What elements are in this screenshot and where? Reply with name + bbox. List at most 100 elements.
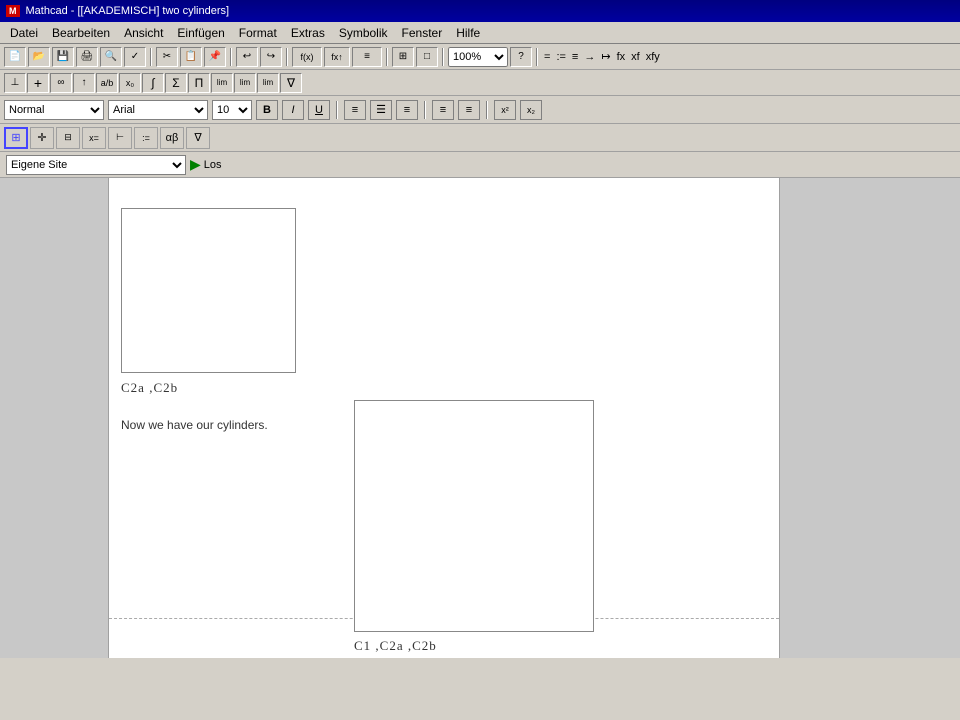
menu-symbolik[interactable]: Symbolik xyxy=(333,24,394,42)
superscript-btn[interactable]: x² xyxy=(494,100,516,120)
math-integral[interactable]: ∫ xyxy=(142,73,164,93)
op-fx: fx xyxy=(615,51,628,63)
go-arrow-icon: ▶ xyxy=(190,156,201,173)
math-toolbar: ⊥ + ∞ ↑ a/b x₀ ∫ Σ Π lim lim lim ∇ xyxy=(0,70,960,96)
sym-grad-btn[interactable]: ∇ xyxy=(186,127,210,149)
sym-eq-btn[interactable]: x= xyxy=(82,127,106,149)
plot-box-2[interactable] xyxy=(354,400,594,632)
bold-btn[interactable]: B xyxy=(256,100,278,120)
go-label: Los xyxy=(204,159,222,171)
fmt-sep1 xyxy=(336,101,338,119)
math-frac[interactable]: a/b xyxy=(96,73,118,93)
main-area: C2a ,C2b Now we have our cylinders. C1 ,… xyxy=(0,178,960,658)
menu-bearbeiten[interactable]: Bearbeiten xyxy=(46,24,116,42)
undo-btn[interactable]: ↩ xyxy=(236,47,258,67)
fmt-sep3 xyxy=(486,101,488,119)
open-btn[interactable]: 📂 xyxy=(28,47,50,67)
italic-btn[interactable]: I xyxy=(282,100,304,120)
sep1 xyxy=(150,48,152,66)
sym-cond-btn[interactable]: ⊢ xyxy=(108,127,132,149)
text-block: Now we have our cylinders. xyxy=(121,418,268,432)
op-def: := xyxy=(554,51,567,63)
window-title: Mathcad - [[AKADEMISCH] two cylinders] xyxy=(26,5,230,17)
format-toolbar: Normal Arial 10 B I U ≡ ☰ ≡ ≡ ≡ x² x₂ xyxy=(0,96,960,124)
underline-btn[interactable]: U xyxy=(308,100,330,120)
menu-format[interactable]: Format xyxy=(233,24,283,42)
page-content: C2a ,C2b Now we have our cylinders. C1 ,… xyxy=(108,178,780,658)
align-right-btn[interactable]: ≡ xyxy=(396,100,418,120)
calc-btn[interactable]: f(x) xyxy=(292,47,322,67)
copy-btn[interactable]: 📋 xyxy=(180,47,202,67)
sep4 xyxy=(386,48,388,66)
right-margin xyxy=(780,178,960,658)
math-subscript[interactable]: x₀ xyxy=(119,73,141,93)
sep5 xyxy=(442,48,444,66)
style-select[interactable]: Normal xyxy=(4,100,104,120)
plot2-label: C1 ,C2a ,C2b xyxy=(354,638,437,654)
menu-extras[interactable]: Extras xyxy=(285,24,331,42)
sym-cross-btn[interactable]: ✛ xyxy=(30,127,54,149)
plot1-label: C2a ,C2b xyxy=(121,380,178,396)
math-perp[interactable]: ⊥ xyxy=(4,73,26,93)
sep2 xyxy=(230,48,232,66)
menubar: Datei Bearbeiten Ansicht Einfügen Format… xyxy=(0,22,960,44)
plot-box-1[interactable] xyxy=(121,208,296,373)
fmt-sep2 xyxy=(424,101,426,119)
menu-ansicht[interactable]: Ansicht xyxy=(118,24,169,42)
align-left-btn[interactable]: ≡ xyxy=(344,100,366,120)
symbol-toolbar: ⊞ ✛ ⊟ x= ⊢ := αβ ∇ xyxy=(0,124,960,152)
left-margin xyxy=(0,178,108,658)
op-equiv: ≡ xyxy=(570,51,580,63)
sym-graph-btn[interactable]: ⊞ xyxy=(4,127,28,149)
paste-btn[interactable]: 📌 xyxy=(204,47,226,67)
box-btn[interactable]: □ xyxy=(416,47,438,67)
app-icon: M xyxy=(6,5,20,17)
titlebar: M Mathcad - [[AKADEMISCH] two cylinders] xyxy=(0,0,960,22)
sym-greek-btn[interactable]: αβ xyxy=(160,127,184,149)
insert-btn[interactable]: ⊞ xyxy=(392,47,414,67)
check-btn[interactable]: ✓ xyxy=(124,47,146,67)
list-ul-btn[interactable]: ≡ xyxy=(432,100,454,120)
save-btn[interactable]: 💾 xyxy=(52,47,74,67)
go-button[interactable]: ▶ Los xyxy=(190,156,222,173)
list-ol-btn[interactable]: ≡ xyxy=(458,100,480,120)
menu-einfugen[interactable]: Einfügen xyxy=(171,24,230,42)
size-select[interactable]: 10 xyxy=(212,100,252,120)
preview-btn[interactable]: 🔍 xyxy=(100,47,122,67)
new-btn[interactable]: 📄 xyxy=(4,47,26,67)
math-inf[interactable]: ∞ xyxy=(50,73,72,93)
op-xf: xf xyxy=(629,51,642,63)
math-lim2[interactable]: lim xyxy=(234,73,256,93)
urlbar: Eigene Site ▶ Los xyxy=(0,152,960,178)
math-plus[interactable]: + xyxy=(27,73,49,93)
sep6 xyxy=(536,48,538,66)
math-lim3[interactable]: lim xyxy=(257,73,279,93)
math-lim1[interactable]: lim xyxy=(211,73,233,93)
cut-btn[interactable]: ✂ xyxy=(156,47,178,67)
equal-btn[interactable]: ≡ xyxy=(352,47,382,67)
align-center-btn[interactable]: ☰ xyxy=(370,100,392,120)
calc2-btn[interactable]: fx↑ xyxy=(324,47,350,67)
redo-btn[interactable]: ↪ xyxy=(260,47,282,67)
zoom-select[interactable]: 100% xyxy=(448,47,508,67)
print-btn[interactable]: 🖨 xyxy=(76,47,98,67)
site-select[interactable]: Eigene Site xyxy=(6,155,186,175)
sep3 xyxy=(286,48,288,66)
subscript-btn[interactable]: x₂ xyxy=(520,100,542,120)
op-eq: = xyxy=(542,51,552,63)
menu-datei[interactable]: Datei xyxy=(4,24,44,42)
math-pi[interactable]: Π xyxy=(188,73,210,93)
op-arrow2: ↦ xyxy=(599,50,612,63)
op-xfy: xfy xyxy=(644,51,662,63)
menu-hilfe[interactable]: Hilfe xyxy=(450,24,486,42)
main-toolbar: 📄 📂 💾 🖨 🔍 ✓ ✂ 📋 📌 ↩ ↪ f(x) fx↑ ≡ ⊞ □ 100… xyxy=(0,44,960,70)
zoom-help-btn[interactable]: ? xyxy=(510,47,532,67)
math-arrow-up[interactable]: ↑ xyxy=(73,73,95,93)
math-nabla[interactable]: ∇ xyxy=(280,73,302,93)
sym-matrix-btn[interactable]: ⊟ xyxy=(56,127,80,149)
menu-fenster[interactable]: Fenster xyxy=(396,24,449,42)
op-arrow: → xyxy=(582,51,597,63)
sym-prog-btn[interactable]: := xyxy=(134,127,158,149)
math-sigma[interactable]: Σ xyxy=(165,73,187,93)
font-select[interactable]: Arial xyxy=(108,100,208,120)
